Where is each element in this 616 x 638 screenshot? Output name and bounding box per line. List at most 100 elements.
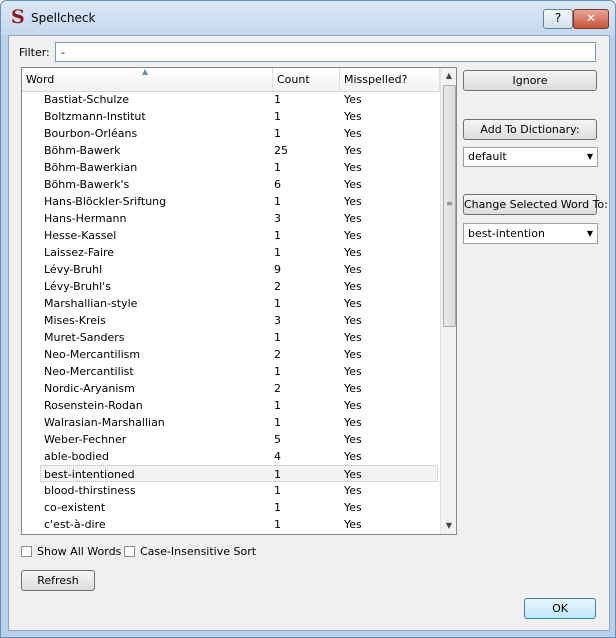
word-cell: Walrasian-Marshallian xyxy=(44,416,165,429)
table-row[interactable]: Neo-Mercantilism 2 Yes xyxy=(22,346,440,363)
table-row[interactable]: Muret-Sanders 1 Yes xyxy=(22,329,440,346)
word-cell: Hans-Blöckler-Sriftung xyxy=(44,195,167,208)
table-row[interactable]: able-bodied 4 Yes xyxy=(22,448,440,465)
filter-label: Filter: xyxy=(19,46,50,59)
suggestion-select-value: best-intention xyxy=(468,227,545,240)
dictionary-select-value: default xyxy=(468,150,507,163)
count-cell: 6 xyxy=(274,178,281,191)
column-header-word[interactable]: Word ▲ xyxy=(22,68,273,91)
table-row[interactable]: Hans-Hermann 3 Yes xyxy=(22,210,440,227)
table-row[interactable]: Boltzmann-Institut 1 Yes xyxy=(22,108,440,125)
list-header: Word ▲ Count Misspelled? xyxy=(22,68,440,92)
table-row[interactable]: Bourbon-Orléans 1 Yes xyxy=(22,125,440,142)
chevron-down-icon: ▼ xyxy=(586,152,593,161)
chevron-down-icon: ▼ xyxy=(586,229,593,238)
misspelled-cell: Yes xyxy=(344,450,362,463)
suggestion-select[interactable]: best-intention ▼ xyxy=(463,223,598,244)
scroll-thumb[interactable]: ≡ xyxy=(443,85,456,327)
table-row[interactable]: Laissez-Faire 1 Yes xyxy=(22,244,440,261)
ignore-button[interactable]: Ignore xyxy=(463,70,597,91)
count-cell: 1 xyxy=(274,93,281,106)
word-cell: Hans-Hermann xyxy=(44,212,127,225)
misspelled-cell: Yes xyxy=(344,229,362,242)
word-list[interactable]: Word ▲ Count Misspelled? Bastiat-Schulze… xyxy=(21,67,457,535)
word-cell: able-bodied xyxy=(44,450,110,463)
table-row[interactable]: Rosenstein-Rodan 1 Yes xyxy=(22,397,440,414)
table-row[interactable]: Hans-Blöckler-Sriftung 1 Yes xyxy=(22,193,440,210)
misspelled-cell: Yes xyxy=(344,263,362,276)
misspelled-cell: Yes xyxy=(344,297,362,310)
word-cell: best-intentioned xyxy=(44,468,135,481)
table-row[interactable]: blood-thirstiness 1 Yes xyxy=(22,482,440,499)
show-all-words-checkbox[interactable] xyxy=(21,546,32,557)
misspelled-cell: Yes xyxy=(344,110,362,123)
word-cell: Boltzmann-Institut xyxy=(44,110,146,123)
column-word-label: Word xyxy=(26,73,55,86)
add-to-dictionary-button[interactable]: Add To Dictionary: xyxy=(463,119,597,140)
vertical-scrollbar[interactable]: ▲ ≡ ▼ xyxy=(440,68,456,534)
misspelled-cell: Yes xyxy=(344,518,362,531)
count-cell: 4 xyxy=(274,450,281,463)
help-button[interactable]: ? xyxy=(543,9,573,29)
close-button[interactable]: ✕ xyxy=(573,9,609,29)
word-cell: Weber-Fechner xyxy=(44,433,127,446)
dictionary-select[interactable]: default ▼ xyxy=(463,147,598,167)
refresh-button[interactable]: Refresh xyxy=(21,570,95,591)
count-cell: 9 xyxy=(274,263,281,276)
misspelled-cell: Yes xyxy=(344,127,362,140)
table-row[interactable]: Neo-Mercantilist 1 Yes xyxy=(22,363,440,380)
column-header-count[interactable]: Count xyxy=(273,68,340,91)
filter-input[interactable] xyxy=(55,42,596,62)
misspelled-cell: Yes xyxy=(344,468,362,481)
table-row[interactable]: Böhm-Bawerk's 6 Yes xyxy=(22,176,440,193)
table-row[interactable]: Hesse-Kassel 1 Yes xyxy=(22,227,440,244)
table-row[interactable]: Lévy-Bruhl's 2 Yes xyxy=(22,278,440,295)
table-row[interactable]: Lévy-Bruhl 9 Yes xyxy=(22,261,440,278)
word-cell: Neo-Mercantilism xyxy=(44,348,141,361)
word-cell: Neo-Mercantilist xyxy=(44,365,134,378)
app-logo-icon: S xyxy=(11,6,25,28)
table-row[interactable]: Weber-Fechner 5 Yes xyxy=(22,431,440,448)
table-row[interactable]: Böhm-Bawerkian 1 Yes xyxy=(22,159,440,176)
change-selected-word-button[interactable]: Change Selected Word To: xyxy=(463,194,608,215)
word-cell: Laissez-Faire xyxy=(44,246,115,259)
table-row[interactable]: Walrasian-Marshallian 1 Yes xyxy=(22,414,440,431)
word-cell: Muret-Sanders xyxy=(44,331,125,344)
count-cell: 3 xyxy=(274,212,281,225)
word-cell: Hesse-Kassel xyxy=(44,229,117,242)
table-row[interactable]: c'est-à-dire 1 Yes xyxy=(22,516,440,533)
count-cell: 1 xyxy=(274,246,281,259)
table-row[interactable]: Marshallian-style 1 Yes xyxy=(22,295,440,312)
table-row[interactable]: co-existent 1 Yes xyxy=(22,499,440,516)
scroll-up-icon[interactable]: ▲ xyxy=(441,68,456,84)
count-cell: 1 xyxy=(274,229,281,242)
misspelled-cell: Yes xyxy=(344,280,362,293)
misspelled-cell: Yes xyxy=(344,178,362,191)
column-header-misspelled[interactable]: Misspelled? xyxy=(340,68,440,91)
count-cell: 1 xyxy=(274,365,281,378)
table-row[interactable]: Mises-Kreis 3 Yes xyxy=(22,312,440,329)
scroll-down-icon[interactable]: ▼ xyxy=(441,518,456,534)
count-cell: 1 xyxy=(274,161,281,174)
table-row[interactable]: Böhm-Bawerk 25 Yes xyxy=(22,142,440,159)
misspelled-cell: Yes xyxy=(344,416,362,429)
word-cell: Lévy-Bruhl's xyxy=(44,280,111,293)
word-cell: Bastiat-Schulze xyxy=(44,93,129,106)
count-cell: 1 xyxy=(274,518,281,531)
title-bar[interactable]: S Spellcheck ? ✕ xyxy=(1,1,615,35)
window-title: Spellcheck xyxy=(31,11,96,25)
ok-button[interactable]: OK xyxy=(524,598,596,619)
word-cell: co-existent xyxy=(44,501,106,514)
count-cell: 1 xyxy=(274,331,281,344)
misspelled-cell: Yes xyxy=(344,365,362,378)
case-insensitive-sort-label[interactable]: Case-Insensitive Sort xyxy=(140,545,256,558)
misspelled-cell: Yes xyxy=(344,93,362,106)
count-cell: 2 xyxy=(274,280,281,293)
show-all-words-label[interactable]: Show All Words xyxy=(37,545,121,558)
misspelled-cell: Yes xyxy=(344,246,362,259)
table-row[interactable]: Nordic-Aryanism 2 Yes xyxy=(22,380,440,397)
table-row-selected[interactable]: best-intentioned 1 Yes xyxy=(40,465,438,482)
count-cell: 1 xyxy=(274,501,281,514)
table-row[interactable]: Bastiat-Schulze 1 Yes xyxy=(22,91,440,108)
case-insensitive-sort-checkbox[interactable] xyxy=(124,546,135,557)
